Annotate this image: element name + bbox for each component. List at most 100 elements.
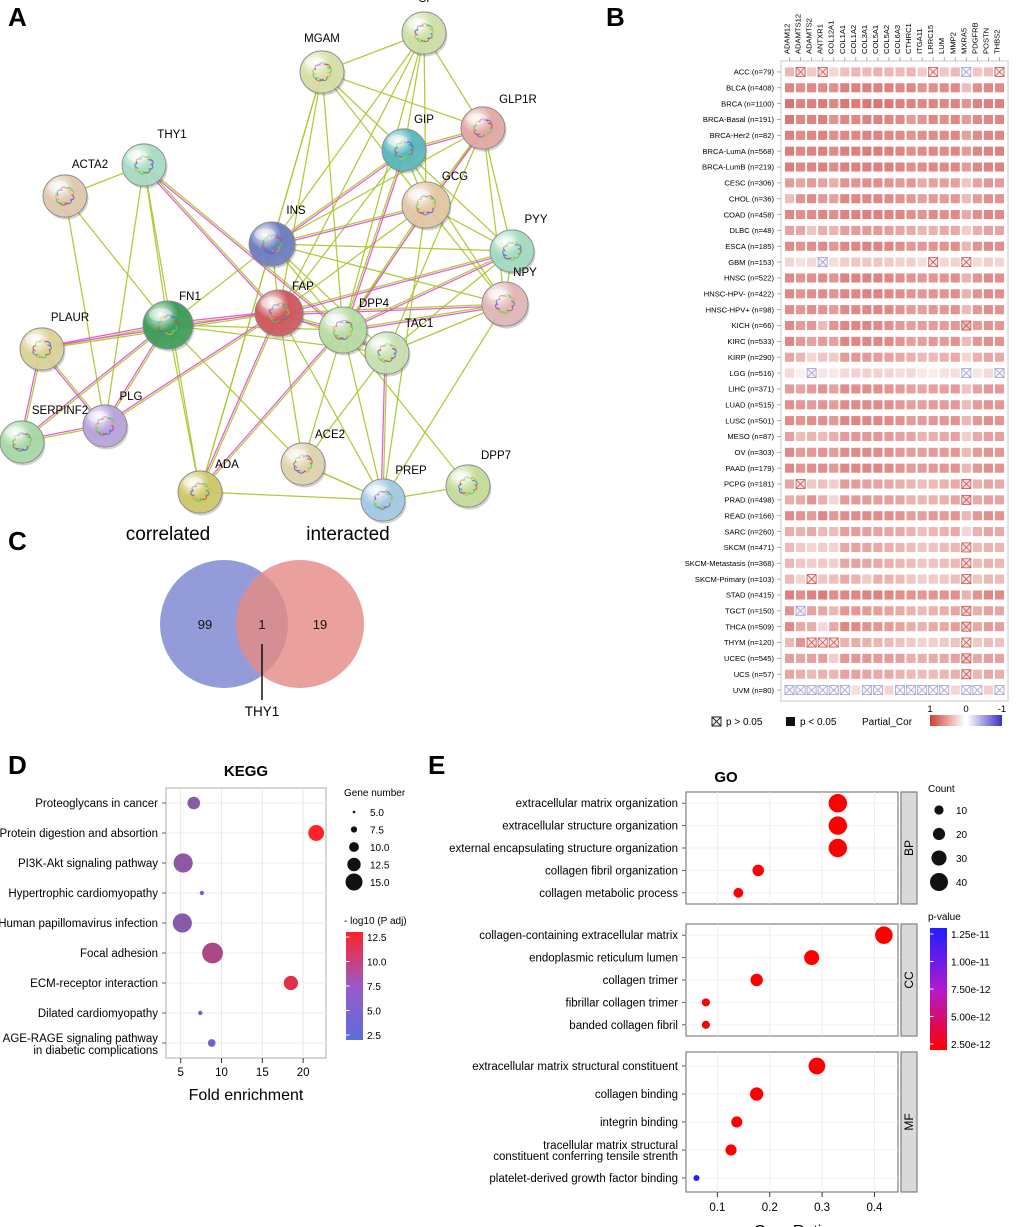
- heatmap-row-label: COAD (n=458): [724, 210, 775, 219]
- network-node[interactable]: [177, 470, 224, 516]
- go-x-tick: 0.2: [762, 1202, 778, 1214]
- heatmap-cell: [829, 83, 839, 93]
- network-node[interactable]: [401, 11, 448, 57]
- heatmap-cell: [983, 431, 993, 442]
- heatmap-row-label: UCEC (n=545): [724, 654, 774, 663]
- heatmap-cell: [784, 558, 795, 568]
- heatmap-cell: [983, 669, 993, 679]
- heatmap-cell: [961, 590, 971, 600]
- kegg-term-labels: Proteoglycans in cancer Protein digestion…: [0, 798, 166, 1057]
- heatmap-cell: [851, 590, 861, 600]
- heatmap-colorbar-tick: 0: [963, 704, 968, 715]
- kegg-size-legend-label: 12.5: [370, 861, 390, 872]
- network-node[interactable]: [460, 106, 507, 152]
- go-dot: [808, 1057, 826, 1075]
- heatmap-cell: [862, 178, 872, 188]
- heatmap-cell: [928, 431, 938, 442]
- heatmap-cell: [840, 416, 850, 426]
- network-node-label: ACTA2: [72, 159, 108, 171]
- kegg-x-tick: 15: [256, 1067, 269, 1079]
- network-node[interactable]: [19, 327, 66, 373]
- heatmap-cell: [994, 241, 1005, 251]
- heatmap-cell: [939, 669, 949, 679]
- network-node[interactable]: [445, 464, 492, 510]
- network-node[interactable]: [381, 128, 428, 174]
- heatmap-cell: [807, 542, 817, 552]
- heatmap-cell: [917, 463, 927, 473]
- heatmap-row-label: UVM (n=80): [733, 686, 775, 695]
- kegg-x-tick: 5: [177, 1067, 183, 1079]
- network-node[interactable]: [401, 181, 452, 231]
- kegg-x-tick: 20: [297, 1067, 310, 1079]
- heatmap-cell: [983, 99, 993, 109]
- heatmap-cell: [807, 622, 817, 632]
- network-node[interactable]: [364, 331, 411, 377]
- heatmap-cell: [895, 257, 905, 267]
- heatmap-row-label: STAD (n=415): [726, 591, 775, 600]
- heatmap-cell: [917, 225, 927, 235]
- heatmap-cell: [784, 653, 795, 663]
- network-node[interactable]: [299, 50, 346, 96]
- heatmap-cell: [950, 257, 960, 267]
- heatmap-cell: [895, 305, 905, 315]
- heatmap-cell: [972, 400, 982, 410]
- heatmap-cell: [939, 114, 949, 125]
- heatmap-cell: [983, 384, 993, 394]
- heatmap-cell: [917, 431, 927, 442]
- heatmap-cell: [862, 368, 872, 378]
- heatmap-cell: [906, 447, 916, 457]
- network-node[interactable]: [142, 300, 195, 352]
- heatmap-cell: [829, 495, 839, 505]
- heatmap-cell: [950, 558, 960, 568]
- heatmap-cell: [972, 162, 982, 172]
- heatmap-cell: [917, 669, 927, 679]
- heatmap-cell: [784, 114, 795, 125]
- heatmap-cell: [917, 416, 927, 426]
- network-node[interactable]: [121, 143, 168, 189]
- heatmap-cell: [895, 130, 905, 140]
- heatmap-cell: [950, 637, 960, 648]
- heatmap-cell: [983, 527, 993, 537]
- heatmap-row-label: KIRP (n=290): [728, 353, 775, 362]
- heatmap-cell: [796, 511, 806, 521]
- heatmap-cell: [829, 590, 839, 600]
- heatmap-cell: [784, 400, 795, 410]
- heatmap-cell: [829, 669, 839, 679]
- heatmap-column-label: COL5A1: [871, 25, 880, 54]
- heatmap-cell: [840, 130, 850, 140]
- heatmap-cell: [862, 83, 872, 93]
- heatmap-cell: [972, 178, 982, 188]
- heatmap-cell: [807, 495, 817, 505]
- heatmap-cell: [950, 83, 960, 93]
- heatmap-cell: [906, 83, 916, 93]
- heatmap-cell: [829, 305, 839, 315]
- network-node-label: PREP: [395, 465, 427, 477]
- network-node[interactable]: [248, 221, 297, 269]
- heatmap-cell: [818, 527, 828, 537]
- network-node[interactable]: [82, 404, 129, 450]
- heatmap-cell: [906, 305, 916, 315]
- heatmap-cell: [818, 305, 828, 315]
- heatmap-cell: [928, 653, 938, 663]
- network-node[interactable]: [0, 420, 46, 466]
- go-size-legend-title: Count: [928, 784, 955, 795]
- heatmap-cell: [796, 416, 806, 426]
- heatmap-cell: [851, 622, 861, 632]
- heatmap-cell: [818, 114, 828, 125]
- heatmap-cell: [784, 416, 795, 426]
- heatmap-cell: [818, 146, 828, 156]
- heatmap-cell: [917, 210, 927, 220]
- heatmap-cell: [818, 558, 828, 568]
- heatmap-cell: [818, 352, 828, 362]
- heatmap-cell: [906, 241, 916, 251]
- network-node[interactable]: [481, 281, 530, 329]
- heatmap-cell: [884, 194, 894, 204]
- network-node[interactable]: [42, 174, 89, 220]
- heatmap-cell: [873, 447, 883, 457]
- heatmap-cell: [972, 320, 982, 331]
- heatmap-cell: [784, 210, 795, 220]
- network-node[interactable]: [280, 442, 327, 488]
- heatmap-cell: [840, 289, 850, 299]
- heatmap-cell: [928, 368, 938, 378]
- network-node[interactable]: [254, 289, 305, 339]
